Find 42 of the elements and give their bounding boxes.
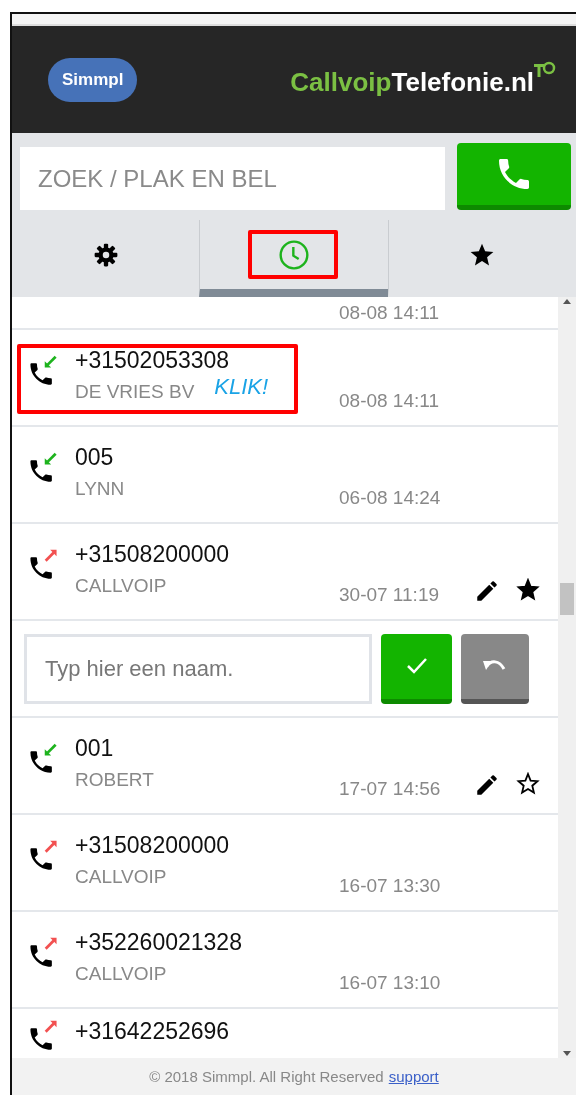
pencil-icon — [474, 772, 500, 798]
contact-name: CALLVOIP — [75, 574, 167, 598]
phone-number: +352260021328 — [75, 928, 243, 956]
clock-icon — [278, 238, 310, 271]
contact-name: DE VRIES BV — [75, 380, 195, 404]
contact-name: CALLVOIP — [75, 962, 167, 986]
contact-name: LYNN — [75, 477, 125, 501]
call-time: 16-07 13:30 — [339, 874, 441, 898]
phone-number: +31508200000 — [75, 831, 231, 859]
phone-number: +31508200000 — [75, 540, 231, 568]
simmpl-logo: Simmpl — [48, 57, 138, 102]
phone-number: 001 — [75, 734, 115, 762]
call-time: 16-07 13:10 — [339, 971, 441, 995]
edit-button[interactable] — [474, 772, 500, 798]
undo-button[interactable] — [461, 633, 529, 704]
call-history-item[interactable]: 08-08 14:11 — [12, 297, 558, 330]
scrollbar-thumb[interactable] — [560, 583, 574, 615]
check-icon — [404, 656, 429, 676]
call-time: 08-08 14:11 — [339, 389, 439, 413]
call-time: 06-08 14:24 — [339, 486, 441, 510]
brand-logo-text: CallvoipTelefonie.nl — [290, 67, 534, 98]
call-time: 30-07 11:19 — [339, 583, 439, 607]
pencil-icon — [474, 578, 500, 604]
support-link[interactable]: support — [388, 1068, 439, 1085]
call-time: 08-08 14:11 — [339, 301, 439, 325]
call-button[interactable] — [457, 143, 571, 210]
confirm-button[interactable] — [381, 633, 452, 704]
call-history-item[interactable]: +31502053308 DE VRIES BV KLIK! 08-08 14:11 — [12, 330, 558, 427]
contact-name: CALLVOIP — [75, 865, 167, 889]
gear-icon — [92, 241, 119, 268]
annotation-text: KLIK! — [214, 374, 269, 400]
call-time: 17-07 14:56 — [339, 777, 441, 801]
phone-number: +31642252696 — [75, 1017, 231, 1045]
contact-name: ROBERT — [75, 768, 154, 792]
phone-number: 005 — [75, 443, 115, 471]
edit-button[interactable] — [474, 578, 500, 604]
scrollbar[interactable] — [558, 297, 576, 1058]
phone-number: +31502053308 — [75, 346, 231, 374]
name-input-field[interactable]: Typ hier een naam. — [24, 633, 372, 704]
tab[interactable] — [199, 220, 388, 297]
search-field[interactable]: ZOEK / PLAK EN BEL — [20, 147, 445, 210]
copyright-text: © 2018 Simmpl. All Right Reserved — [149, 1068, 384, 1085]
